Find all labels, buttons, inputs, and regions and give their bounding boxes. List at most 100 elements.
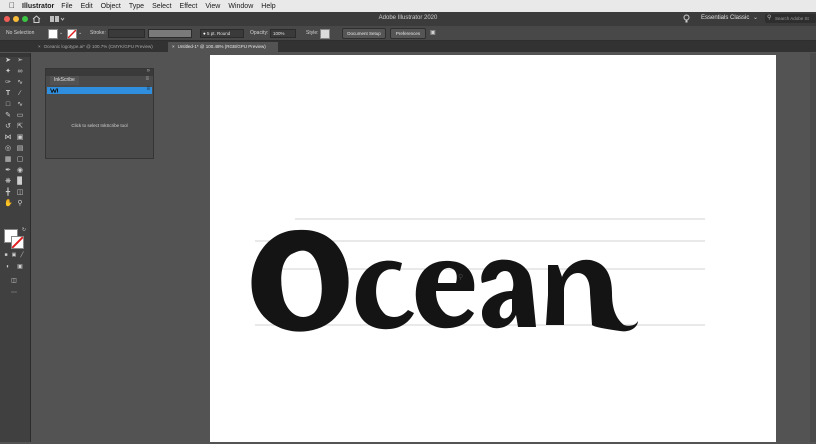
shape-builder-icon[interactable]: ◎ [4,145,12,153]
document-tab-bar: × Oceanic logotype.ai* @ 100.7% (CMYK/GPU… [0,41,816,52]
perspective-grid-icon[interactable]: ▤ [16,145,24,153]
color-mode-icon[interactable]: ■ [2,251,10,259]
search-placeholder: Search Adobe St [775,16,809,21]
symbol-sprayer-icon[interactable]: ❋ [4,178,12,186]
direct-selection-tool-icon[interactable]: ➣ [16,57,24,65]
tab-oceanic-logotype[interactable]: × Oceanic logotype.ai* @ 100.7% (CMYK/GPU… [34,42,164,52]
window-title: Adobe Illustrator 2020 [378,15,438,21]
stroke-color-box[interactable] [11,236,24,249]
menu-bar:  Illustrator File Edit Object Type Sele… [0,0,816,12]
stroke-none-icon [12,237,23,248]
collapse-icon[interactable]: » [147,68,150,74]
graphic-style-swatch[interactable] [320,29,330,39]
width-tool-icon[interactable]: ⋈ [4,134,12,142]
tab-inkscribe[interactable]: InkScribe [50,76,79,85]
tab-label: Untitled-1* @ 100.48% (RGB/GPU Preview) [177,44,266,49]
swap-fill-stroke-icon[interactable]: ↻ [20,226,28,234]
rectangle-tool-icon[interactable]: □ [4,101,12,109]
gradient-mode-icon[interactable]: ▣ [10,251,18,259]
scale-tool-icon[interactable]: ⇱ [16,123,24,131]
search-field[interactable]: ⚲ Search Adobe St [765,14,816,23]
tab-label: Oceanic logotype.ai* @ 100.7% (CMYK/GPU … [43,44,153,49]
panel-menu-icon[interactable]: ≡ [145,76,149,82]
shaper-tool-icon[interactable]: ✎ [4,112,12,120]
curvature-tool-icon[interactable]: ∿ [16,79,24,87]
inkscribe-hint: Click to select InkScribe tool [71,123,128,128]
menu-object[interactable]: Object [101,3,121,10]
lasso-icon[interactable]: ∞ [16,68,24,76]
zoom-tool-icon[interactable]: ⚲ [16,200,24,208]
stroke-none-icon [68,30,76,38]
menu-app-name[interactable]: Illustrator [22,3,54,10]
stroke-swatch[interactable] [67,29,77,39]
brush-dot-icon: ● [203,31,206,36]
pen-tool-icon[interactable]: ✑ [4,79,12,87]
menu-file[interactable]: File [61,3,72,10]
chevron-down-icon[interactable]: ⌄ [78,29,82,37]
close-icon[interactable]: × [38,44,41,49]
type-tool-icon[interactable]: T [4,90,12,98]
variable-width-profile[interactable] [148,29,192,38]
gradient-tool-icon[interactable]: ▢ [16,156,24,164]
hand-tool-icon[interactable]: ✋ [4,200,13,208]
selection-status: No Selection [6,30,35,36]
brush-definition[interactable]: ● 5 pt. Round [200,29,244,38]
inkscribe-tool-bar[interactable]: ≡ [47,86,152,94]
column-graph-icon[interactable]: ▉ [16,178,24,186]
opacity-label: Opacity: [250,30,269,36]
selection-tool-icon[interactable]: ➤ [4,57,12,65]
panel-title-bar[interactable]: » [46,68,153,76]
eraser-icon[interactable]: ▭ [16,112,24,120]
zoom-cursor-icon: ⚲ [458,273,463,281]
ocean-lettering [251,229,638,332]
menu-edit[interactable]: Edit [81,3,93,10]
none-mode-icon[interactable]: ╱ [18,251,26,259]
menu-type[interactable]: Type [129,3,144,10]
control-bar: No Selection ⌄ ⌄ Stroke: ● 5 pt. Round O… [0,26,816,41]
lightbulb-icon[interactable] [683,14,690,24]
tab-untitled-1[interactable]: × Untitled-1* @ 100.48% (RGB/GPU Preview) [168,42,278,52]
free-transform-icon[interactable]: ▣ [16,134,24,142]
blend-tool-icon[interactable]: ◉ [16,167,24,175]
menu-view[interactable]: View [205,3,220,10]
change-screen-mode-icon[interactable]: ◫ [10,277,18,285]
fill-swatch[interactable] [48,29,58,39]
close-icon[interactable]: × [172,44,175,49]
chevron-down-icon[interactable]: ⌄ [59,29,63,37]
slice-tool-icon[interactable]: ◫ [16,189,24,197]
inkscribe-panel: » InkScribe ≡ ≡ Click to select InkScrib… [45,68,154,159]
menu-effect[interactable]: Effect [180,3,198,10]
arrange-icon[interactable]: ▣ [430,29,436,37]
menu-window[interactable]: Window [228,3,253,10]
opacity-field[interactable]: 100% [270,29,296,38]
ocean-artwork: ⚲ [251,218,705,332]
screen-mode-icon[interactable]: ▣ [16,263,24,271]
paintbrush-icon[interactable]: ∿ [16,101,24,109]
document-setup-button[interactable]: Document Setup [342,28,386,39]
workspace-switcher[interactable]: Essentials Classic [701,15,749,21]
artboard-tool-icon[interactable]: ╋ [4,189,12,197]
preferences-button[interactable]: Preferences [390,28,426,39]
search-icon: ⚲ [767,15,772,21]
inkscribe-logo-icon [50,88,58,93]
menu-icon[interactable]: ≡ [146,86,150,92]
chevron-down-icon[interactable]: ⌄ [753,14,758,21]
application-bar: Adobe Illustrator 2020 Essentials Classi… [0,12,816,26]
apple-icon[interactable]:  [9,0,17,12]
menu-select[interactable]: Select [152,3,171,10]
tools-panel: ➤ ➣ ✦ ∞ ✑ ∿ T ∕ □ ∿ ✎ ▭ ↺ ⇱ ⋈ ▣ ◎ ▤ ▦ ▢ … [0,53,31,442]
brush-definition-label: 5 pt. Round [206,31,231,36]
artboard[interactable]: ⚲ [210,55,776,442]
more-tools-icon[interactable]: ⋯ [10,289,18,297]
drawing-modes-icon[interactable]: ◐ [4,263,12,271]
stroke-label: Stroke: [90,30,106,36]
mesh-tool-icon[interactable]: ▦ [4,156,12,164]
menu-help[interactable]: Help [261,3,275,10]
vertical-scrollbar[interactable] [810,53,816,442]
rotate-tool-icon[interactable]: ↺ [4,123,12,131]
line-tool-icon[interactable]: ∕ [16,90,24,98]
magic-wand-icon[interactable]: ✦ [4,68,12,76]
style-label: Style: [306,30,319,36]
eyedropper-icon[interactable]: ✒ [4,167,12,175]
stroke-weight-field[interactable] [108,29,145,38]
